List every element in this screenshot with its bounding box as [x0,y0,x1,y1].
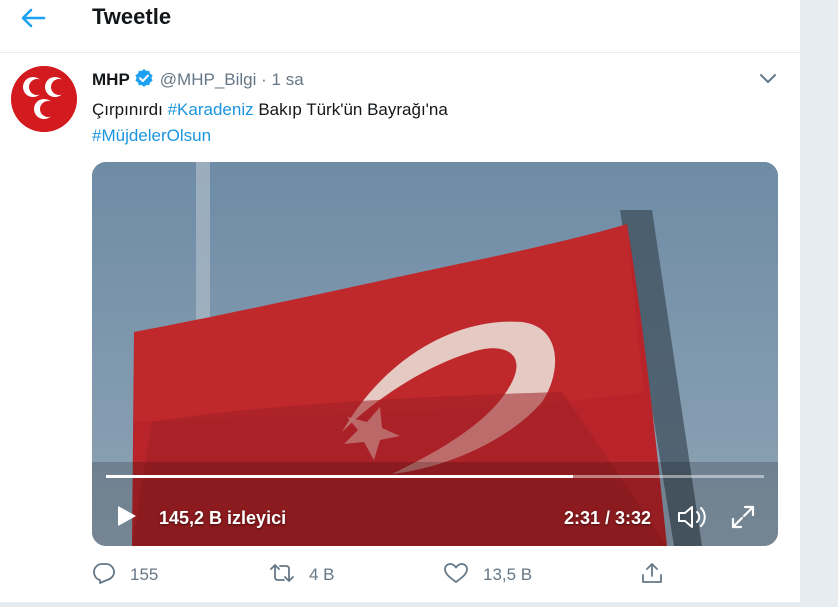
tweet-text-part: Çırpınırdı [92,100,168,119]
reply-count: 155 [130,565,159,584]
video-progress-fill [106,475,574,478]
retweet-button[interactable]: 4 B [269,562,335,588]
tweet-time[interactable]: 1 sa [272,70,304,89]
mhp-crescents-logo [11,66,77,132]
reply-icon [92,561,130,590]
play-icon[interactable] [114,504,138,533]
video-progress-bar[interactable] [106,475,764,478]
fullscreen-icon[interactable] [730,504,756,535]
avatar[interactable] [11,66,77,132]
video-player[interactable]: 145,2 B izleyici 2:31 / 3:32 [92,162,778,546]
chevron-down-icon[interactable] [758,70,778,88]
volume-icon[interactable] [676,504,710,535]
retweet-count: 4 B [309,565,335,584]
tweet-actions: 155 4 B 13,5 B [92,562,692,588]
tweet-meta: MHP @MHP_Bilgi · 1 sa [92,68,304,94]
tweet-column: Tweetle MHP @MHP_Bilgi · 1 sa Çırpınırdı … [0,0,801,607]
heart-icon [443,561,483,590]
video-timecode: 2:31 / 3:32 [564,508,652,528]
tweet-text: Çırpınırdı #Karadeniz Bakıp Türk'ün Bayr… [92,97,782,149]
like-button[interactable]: 13,5 B [443,562,532,588]
hashtag-link[interactable]: #MüjdelerOlsun [92,126,211,145]
page-header: Tweetle [0,0,800,53]
verified-badge-icon [134,68,154,94]
share-icon [640,561,678,590]
video-controls: 145,2 B izleyici 2:31 / 3:32 [92,492,778,536]
page-title: Tweetle [92,4,172,29]
author-handle[interactable]: @MHP_Bilgi [160,70,257,89]
retweet-icon [269,561,309,590]
author-name[interactable]: MHP [92,70,130,89]
video-frame-flag [92,162,778,546]
share-button[interactable] [640,562,678,588]
back-arrow-icon[interactable] [20,6,46,30]
divider [0,602,800,607]
hashtag-link[interactable]: #Karadeniz [168,100,254,119]
reply-button[interactable]: 155 [92,562,158,588]
meta-separator: · [261,70,267,89]
tweet-text-part: Bakıp Türk'ün Bayrağı'na [253,100,448,119]
like-count: 13,5 B [483,565,533,584]
view-count: 145,2 B izleyici [159,508,287,528]
